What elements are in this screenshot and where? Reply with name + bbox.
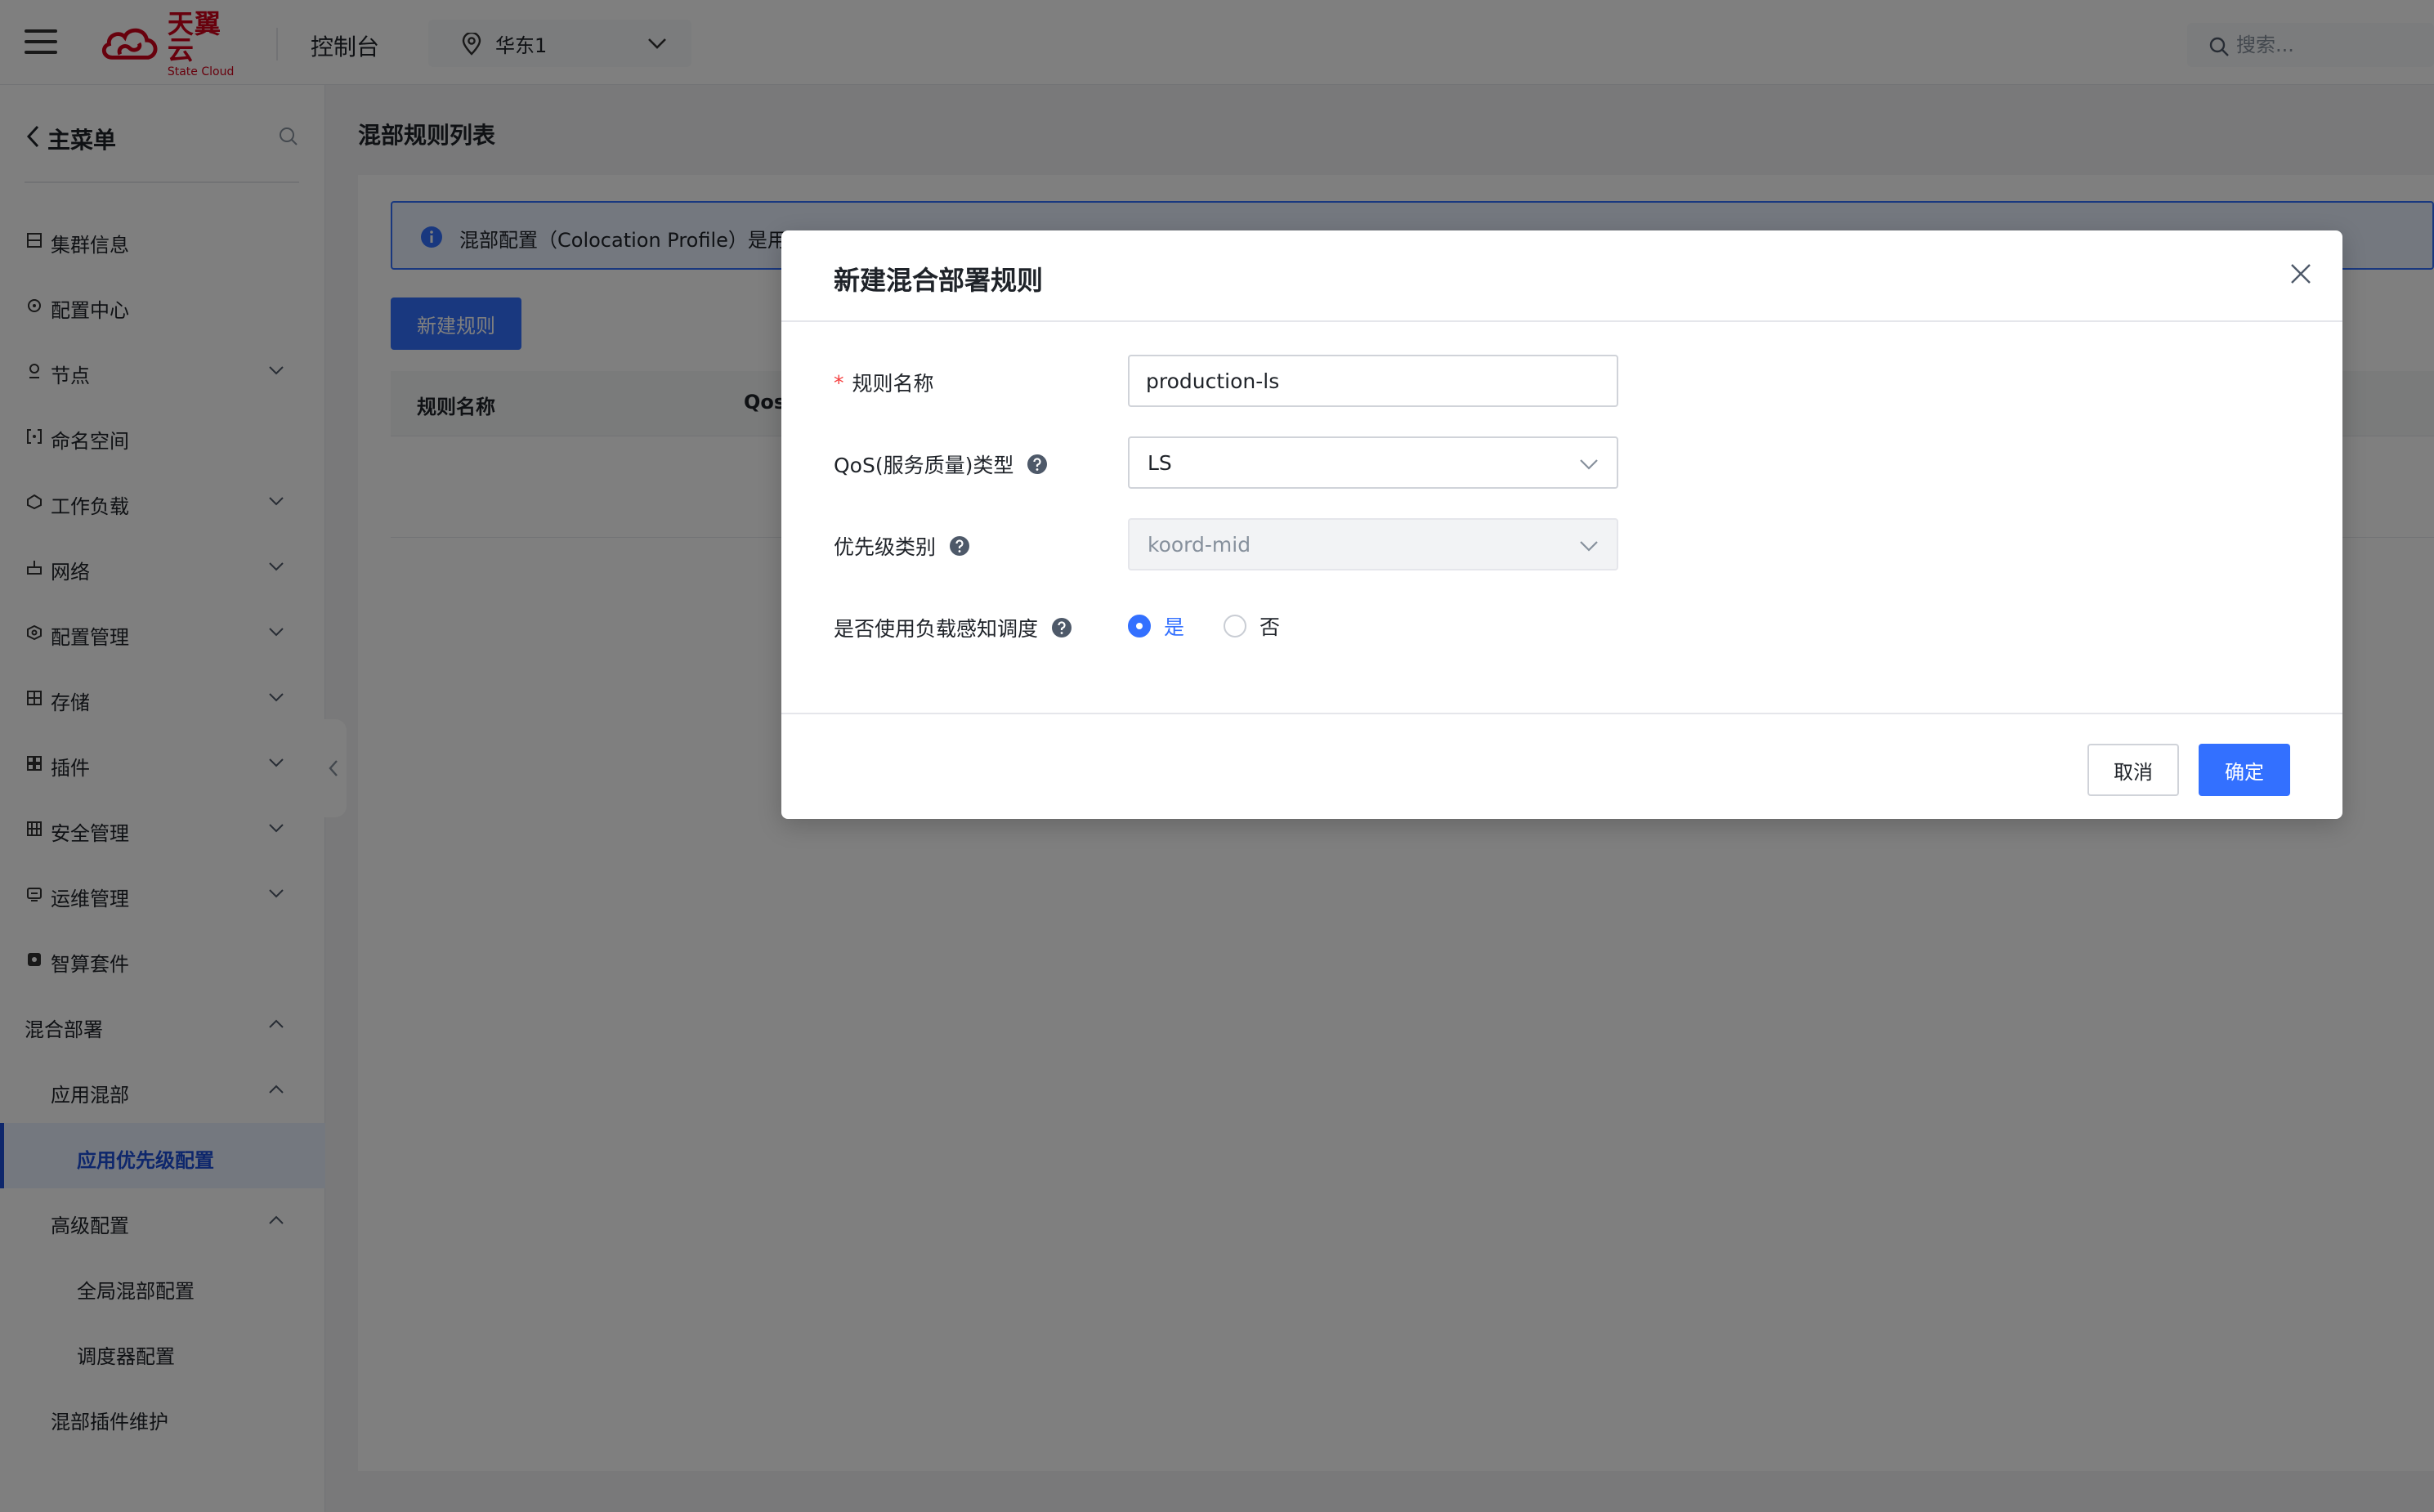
qos-select-value: LS: [1148, 451, 1172, 475]
radio-no-dot: [1224, 615, 1247, 637]
load-aware-label-text: 是否使用负载感知调度: [834, 617, 1039, 641]
radio-no[interactable]: 否: [1224, 611, 1280, 641]
cancel-button[interactable]: 取消: [2087, 744, 2179, 796]
rule-name-field-wrapper: [1128, 355, 1618, 407]
priority-label-text: 优先级类别: [834, 535, 937, 559]
load-aware-label: 是否使用负载感知调度: [834, 613, 1072, 642]
radio-no-label: 否: [1260, 615, 1281, 639]
form-row-rule-name: * 规则名称: [834, 355, 2305, 407]
rule-name-label: * 规则名称: [834, 368, 934, 397]
help-icon[interactable]: [1027, 454, 1048, 475]
form-row-qos: QoS(服务质量)类型 LS: [834, 436, 2305, 489]
modal-header-divider: [781, 320, 2342, 322]
create-rule-modal: 新建混合部署规则 * 规则名称 QoS(服务质量)类型: [781, 230, 2342, 819]
form-row-load-aware: 是否使用负载感知调度 是 否: [834, 600, 2305, 652]
chevron-down-icon: [1580, 541, 1598, 552]
chevron-down-icon: [1580, 459, 1598, 470]
modal-footer-divider: [781, 713, 2342, 714]
required-mark: *: [834, 370, 844, 395]
close-icon[interactable]: [2289, 262, 2313, 286]
qos-label-text: QoS(服务质量)类型: [834, 454, 1014, 477]
help-icon[interactable]: [1051, 617, 1072, 638]
confirm-button[interactable]: 确定: [2199, 744, 2290, 796]
help-icon[interactable]: [949, 535, 970, 557]
modal-title: 新建混合部署规则: [834, 265, 1044, 296]
app-root: 天翼云 State Cloud 控制台 华东1: [0, 0, 2434, 1512]
form-row-priority: 优先级类别 koord-mid: [834, 518, 2305, 570]
rule-name-label-text: 规则名称: [852, 372, 934, 396]
radio-yes-label: 是: [1164, 615, 1185, 639]
priority-label: 优先级类别: [834, 531, 970, 561]
radio-yes-dot: [1128, 615, 1151, 637]
qos-label: QoS(服务质量)类型: [834, 450, 1048, 479]
qos-select[interactable]: LS: [1128, 436, 1618, 489]
priority-select-value: koord-mid: [1148, 533, 1251, 557]
rule-name-input[interactable]: [1130, 356, 1617, 405]
load-aware-radio-group: 是 否: [1128, 613, 1319, 639]
priority-select: koord-mid: [1128, 518, 1618, 570]
radio-yes[interactable]: 是: [1128, 611, 1184, 641]
